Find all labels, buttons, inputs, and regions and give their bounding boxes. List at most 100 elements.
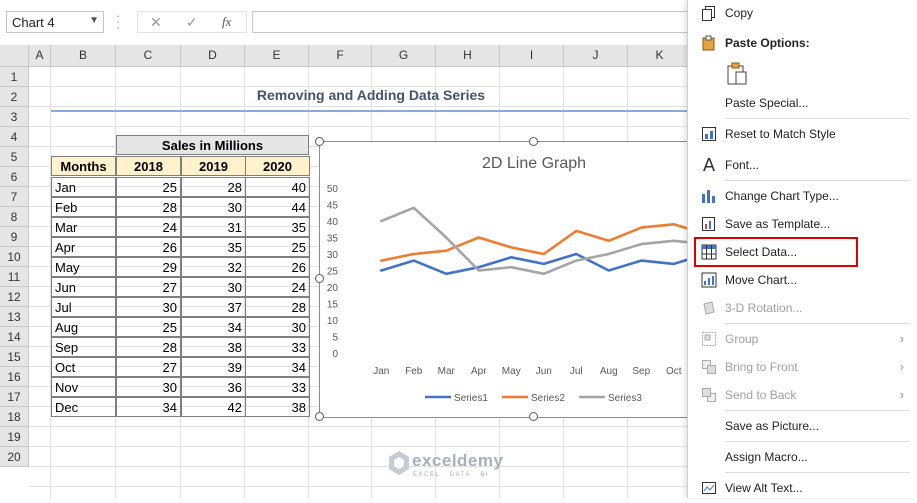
year-header[interactable]: 2018: [116, 156, 181, 176]
sales-value-cell[interactable]: 26: [116, 237, 181, 257]
menu-item-move-chart[interactable]: Move Chart...: [688, 267, 917, 295]
year-header[interactable]: 2020: [245, 156, 310, 176]
sales-value-cell[interactable]: 34: [245, 357, 310, 377]
resize-handle[interactable]: [315, 274, 324, 283]
column-header[interactable]: J: [564, 45, 628, 67]
sales-value-cell[interactable]: 30: [181, 197, 246, 217]
sales-value-cell[interactable]: 34: [181, 317, 246, 337]
month-cell[interactable]: Nov: [51, 377, 116, 397]
row-header[interactable]: 18: [0, 407, 29, 427]
row-header[interactable]: 4: [0, 127, 29, 147]
month-cell[interactable]: Aug: [51, 317, 116, 337]
sales-value-cell[interactable]: 44: [245, 197, 310, 217]
month-cell[interactable]: Oct: [51, 357, 116, 377]
row-header[interactable]: 17: [0, 387, 29, 407]
menu-item-save-picture[interactable]: Save as Picture...: [688, 413, 917, 441]
sales-value-cell[interactable]: 30: [116, 297, 181, 317]
sales-value-cell[interactable]: 30: [181, 277, 246, 297]
sales-value-cell[interactable]: 32: [181, 257, 246, 277]
month-cell[interactable]: Mar: [51, 217, 116, 237]
sales-value-cell[interactable]: 33: [245, 377, 310, 397]
select-all-corner[interactable]: [0, 45, 29, 67]
sales-value-cell[interactable]: 31: [181, 217, 246, 237]
sales-value-cell[interactable]: 27: [116, 357, 181, 377]
row-header[interactable]: 7: [0, 187, 29, 207]
cancel-icon[interactable]: ✕: [150, 14, 162, 31]
line-chart[interactable]: 2D Line Graph 0 5 10 15 20 25 30 35 40 45 50 Jan Feb M…: [319, 141, 749, 418]
sales-value-cell[interactable]: 30: [245, 317, 310, 337]
year-header[interactable]: 2019: [181, 156, 246, 176]
sales-value-cell[interactable]: 25: [116, 177, 181, 197]
sales-value-cell[interactable]: 28: [245, 297, 310, 317]
menu-item-paste-special[interactable]: Paste Special...: [688, 90, 917, 118]
month-cell[interactable]: Jun: [51, 277, 116, 297]
months-header[interactable]: Months: [51, 156, 116, 176]
row-header[interactable]: 5: [0, 147, 29, 167]
row-header[interactable]: 2: [0, 87, 29, 107]
sales-value-cell[interactable]: 26: [245, 257, 310, 277]
row-header[interactable]: 12: [0, 287, 29, 307]
drag-handle-icon[interactable]: · · ·: [116, 9, 121, 34]
resize-handle[interactable]: [315, 137, 324, 146]
menu-item-change-chart-type[interactable]: Change Chart Type...: [688, 183, 917, 211]
sales-value-cell[interactable]: 40: [245, 177, 310, 197]
sales-value-cell[interactable]: 33: [245, 337, 310, 357]
row-header[interactable]: 13: [0, 307, 29, 327]
resize-handle[interactable]: [315, 412, 324, 421]
resize-handle[interactable]: [529, 137, 538, 146]
paste-option-keep-format[interactable]: [688, 58, 917, 90]
row-header[interactable]: 9: [0, 227, 29, 247]
sales-value-cell[interactable]: 36: [181, 377, 246, 397]
sales-value-cell[interactable]: 35: [181, 237, 246, 257]
sales-value-cell[interactable]: 30: [116, 377, 181, 397]
menu-item-save-template[interactable]: Save as Template...: [688, 211, 917, 239]
sales-value-cell[interactable]: 38: [245, 397, 310, 417]
column-header[interactable]: B: [51, 45, 116, 67]
sales-value-cell[interactable]: 27: [116, 277, 181, 297]
menu-item-reset-style[interactable]: Reset to Match Style: [688, 121, 917, 149]
row-header[interactable]: 10: [0, 247, 29, 267]
resize-handle[interactable]: [529, 412, 538, 421]
enter-icon[interactable]: ✓: [186, 14, 198, 31]
column-header[interactable]: H: [436, 45, 500, 67]
row-header[interactable]: 11: [0, 267, 29, 287]
sales-value-cell[interactable]: 42: [181, 397, 246, 417]
sales-value-cell[interactable]: 24: [245, 277, 310, 297]
column-header[interactable]: A: [29, 45, 51, 67]
sales-value-cell[interactable]: 28: [181, 177, 246, 197]
month-cell[interactable]: May: [51, 257, 116, 277]
menu-item-view-alt-text[interactable]: View Alt Text...: [688, 475, 917, 503]
sales-value-cell[interactable]: 37: [181, 297, 246, 317]
month-cell[interactable]: Jul: [51, 297, 116, 317]
menu-item-copy[interactable]: Copy: [688, 0, 917, 28]
formula-input[interactable]: [252, 11, 692, 33]
month-cell[interactable]: Apr: [51, 237, 116, 257]
sales-value-cell[interactable]: 28: [116, 337, 181, 357]
menu-item-font[interactable]: A Font...: [688, 152, 917, 180]
row-header[interactable]: 15: [0, 347, 29, 367]
column-header[interactable]: C: [116, 45, 181, 67]
column-header[interactable]: E: [245, 45, 309, 67]
sales-value-cell[interactable]: 25: [116, 317, 181, 337]
sales-value-cell[interactable]: 34: [116, 397, 181, 417]
column-header[interactable]: G: [372, 45, 436, 67]
chevron-down-icon[interactable]: ▼: [89, 15, 99, 26]
name-box[interactable]: Chart 4 ▼: [6, 11, 104, 33]
sales-value-cell[interactable]: 39: [181, 357, 246, 377]
row-header[interactable]: 1: [0, 67, 29, 87]
column-header[interactable]: K: [628, 45, 692, 67]
row-header[interactable]: 6: [0, 167, 29, 187]
row-header[interactable]: 14: [0, 327, 29, 347]
sales-value-cell[interactable]: 29: [116, 257, 181, 277]
column-header[interactable]: D: [181, 45, 245, 67]
column-header[interactable]: I: [500, 45, 564, 67]
sales-value-cell[interactable]: 38: [181, 337, 246, 357]
insert-function-icon[interactable]: fx: [222, 14, 231, 30]
row-header[interactable]: 8: [0, 207, 29, 227]
row-header[interactable]: 3: [0, 107, 29, 127]
row-header[interactable]: 19: [0, 427, 29, 447]
month-cell[interactable]: Jan: [51, 177, 116, 197]
sales-value-cell[interactable]: 35: [245, 217, 310, 237]
row-header[interactable]: 16: [0, 367, 29, 387]
month-cell[interactable]: Feb: [51, 197, 116, 217]
